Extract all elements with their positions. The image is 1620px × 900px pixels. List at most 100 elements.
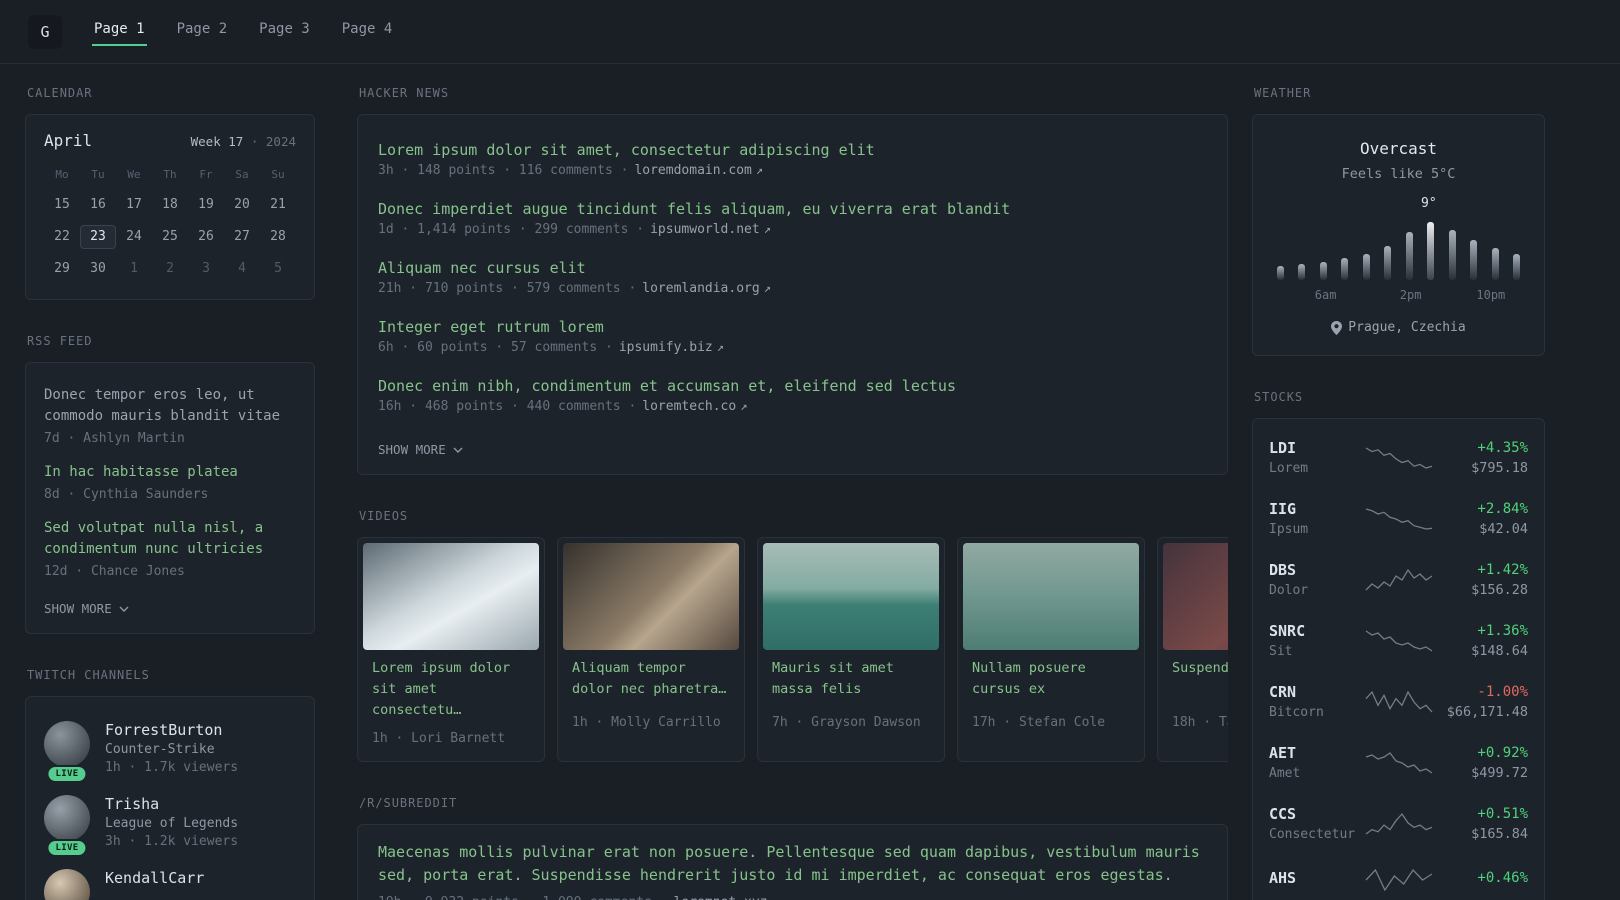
calendar-date[interactable]: 29	[44, 257, 80, 281]
hn-item-meta: 1d · 1,414 points · 299 comments · ipsumw…	[378, 222, 1207, 237]
video-title[interactable]: Aliquam tempor dolor nec pharetra…	[563, 650, 739, 705]
hn-source-link[interactable]: loremlandia.org	[642, 281, 759, 296]
hn-item-title[interactable]: Aliquam nec cursus elit	[378, 259, 1207, 277]
stock-name: Dolor	[1269, 583, 1309, 598]
channel-name[interactable]: Trisha	[105, 795, 238, 813]
hn-meta-text: 3h · 148 points · 116 comments ·	[378, 163, 629, 178]
calendar-day-names: Mo Tu We Th Fr Sa Su	[44, 168, 296, 181]
video-title[interactable]: Mauris sit amet massa felis	[763, 650, 939, 705]
tab-page-4[interactable]: Page 4	[340, 17, 395, 46]
video-title[interactable]: Suspendisse diam	[1163, 650, 1228, 705]
stock-row[interactable]: IIG Ipsum +2.84% $42.04	[1269, 488, 1528, 549]
channel-game[interactable]: League of Legends	[105, 816, 238, 831]
calendar-week-year: Week 17 · 2024	[191, 134, 296, 149]
stock-row[interactable]: LDI Lorem +4.35% $795.18	[1269, 427, 1528, 488]
calendar-date[interactable]: 22	[44, 225, 80, 249]
subreddit-widget: /R/SUBREDDIT Maecenas mollis pulvinar er…	[357, 796, 1228, 900]
calendar-date[interactable]: 16	[80, 193, 116, 217]
hn-show-more-button[interactable]: SHOW MORE	[378, 442, 463, 457]
hn-item-title[interactable]: Integer eget rutrum lorem	[378, 318, 1207, 336]
video-thumbnail[interactable]	[563, 543, 739, 650]
calendar-date-next-month[interactable]: 5	[260, 257, 296, 281]
calendar-date[interactable]: 25	[152, 225, 188, 249]
stock-sparkline	[1365, 690, 1432, 712]
rss-item-title[interactable]: In hac habitasse platea	[44, 462, 296, 483]
hn-meta-text: 21h · 710 points · 579 comments ·	[378, 281, 637, 296]
hn-source-link[interactable]: ipsumworld.net	[650, 222, 760, 237]
stock-name: Amet	[1269, 766, 1301, 781]
video-card[interactable]: Lorem ipsum dolor sit amet consectetu… 1…	[357, 537, 545, 762]
channel-name[interactable]: ForrestBurton	[105, 721, 238, 739]
rss-item-meta: 12d · Chance Jones	[44, 564, 185, 579]
channel-game[interactable]: Counter-Strike	[105, 742, 238, 757]
stock-row[interactable]: AHS +0.46%	[1269, 854, 1528, 900]
video-thumbnail[interactable]	[363, 543, 539, 650]
video-thumbnail[interactable]	[1163, 543, 1228, 650]
video-card[interactable]: Aliquam tempor dolor nec pharetra… 1h · …	[557, 537, 745, 762]
calendar-date[interactable]: 28	[260, 225, 296, 249]
hn-item-title[interactable]: Donec enim nibh, condimentum et accumsan…	[378, 377, 1207, 395]
stock-row[interactable]: CCS Consectetur +0.51% $165.84	[1269, 793, 1528, 854]
video-card[interactable]: Nullam posuere cursus ex 17h · Stefan Co…	[957, 537, 1145, 762]
calendar-year-label: · 2024	[250, 134, 296, 149]
avatar	[44, 721, 90, 767]
calendar-date[interactable]: 18	[152, 193, 188, 217]
stock-change: +0.92%	[1477, 744, 1528, 761]
stock-ident: AHS	[1269, 869, 1359, 891]
external-link-icon: ↗	[763, 222, 771, 236]
calendar-month: April	[44, 131, 93, 150]
video-card[interactable]: Mauris sit amet massa felis 7h · Grayson…	[757, 537, 945, 762]
calendar-date-next-month[interactable]: 3	[188, 257, 224, 281]
external-link-icon: ↗	[740, 399, 748, 413]
stock-row[interactable]: SNRC Sit +1.36% $148.64	[1269, 610, 1528, 671]
video-title[interactable]: Nullam posuere cursus ex	[963, 650, 1139, 705]
reddit-post-title[interactable]: Maecenas mollis pulvinar erat non posuer…	[378, 841, 1207, 888]
rss-item-title[interactable]: Sed volutpat nulla nisl, a condimentum n…	[44, 518, 296, 560]
stock-row[interactable]: AET Amet +0.92% $499.72	[1269, 732, 1528, 793]
rss-item: In hac habitasse platea 8d · Cynthia Sau…	[44, 462, 296, 502]
tab-page-3[interactable]: Page 3	[257, 17, 312, 46]
tab-page-2[interactable]: Page 2	[175, 17, 230, 46]
calendar-date[interactable]: 15	[44, 193, 80, 217]
reddit-meta-text: 19h · 9,932 points · 1,090 comments ·	[378, 895, 668, 900]
hn-item-title[interactable]: Donec imperdiet augue tincidunt felis al…	[378, 200, 1207, 218]
channel-info: ForrestBurton Counter-Strike 1h · 1.7k v…	[105, 721, 238, 775]
hn-item-title[interactable]: Lorem ipsum dolor sit amet, consectetur …	[378, 141, 1207, 159]
weather-card: Overcast Feels like 5°C 9° 6am 2pm 10pm …	[1252, 114, 1545, 356]
video-thumbnail[interactable]	[963, 543, 1139, 650]
video-title[interactable]: Lorem ipsum dolor sit amet consectetu…	[363, 650, 539, 721]
stock-row[interactable]: DBS Dolor +1.42% $156.28	[1269, 549, 1528, 610]
hn-source-link[interactable]: loremdomain.com	[634, 163, 751, 178]
calendar-date-selected[interactable]: 23	[80, 225, 116, 249]
calendar-date[interactable]: 19	[188, 193, 224, 217]
weather-bar	[1298, 264, 1306, 280]
reddit-source-link[interactable]: loremnet.xyz	[674, 895, 768, 900]
video-card[interactable]: Suspendisse diam 18h · Tara	[1157, 537, 1228, 762]
calendar-date-next-month[interactable]: 2	[152, 257, 188, 281]
calendar-date[interactable]: 21	[260, 193, 296, 217]
calendar-date[interactable]: 17	[116, 193, 152, 217]
calendar-date-next-month[interactable]: 4	[224, 257, 260, 281]
stock-row[interactable]: CRN Bitcorn -1.00% $66,171.48	[1269, 671, 1528, 732]
stock-sparkline	[1365, 629, 1432, 652]
video-row: Lorem ipsum dolor sit amet consectetu… 1…	[357, 537, 1228, 762]
calendar-date[interactable]: 20	[224, 193, 260, 217]
rss-show-more-button[interactable]: SHOW MORE	[44, 601, 129, 616]
stock-symbol: CCS	[1269, 805, 1297, 823]
rss-item-title[interactable]: Donec tempor eros leo, ut commodo mauris…	[44, 385, 296, 427]
video-thumbnail[interactable]	[763, 543, 939, 650]
hn-source-link[interactable]: loremtech.co	[642, 399, 736, 414]
calendar-date[interactable]: 24	[116, 225, 152, 249]
channel-name[interactable]: KendallCarr	[105, 869, 204, 887]
stock-symbol: DBS	[1269, 561, 1297, 579]
twitch-channel-row: LIVE ForrestBurton Counter-Strike 1h · 1…	[44, 721, 296, 783]
calendar-date[interactable]: 27	[224, 225, 260, 249]
calendar-date-next-month[interactable]: 1	[116, 257, 152, 281]
stock-price: $795.18	[1471, 459, 1528, 476]
hn-source-link[interactable]: ipsumify.biz	[619, 340, 713, 355]
weather-bar	[1405, 232, 1413, 280]
stock-price: $148.64	[1471, 642, 1528, 659]
calendar-date[interactable]: 30	[80, 257, 116, 281]
calendar-date[interactable]: 26	[188, 225, 224, 249]
tab-page-1[interactable]: Page 1	[92, 17, 147, 46]
